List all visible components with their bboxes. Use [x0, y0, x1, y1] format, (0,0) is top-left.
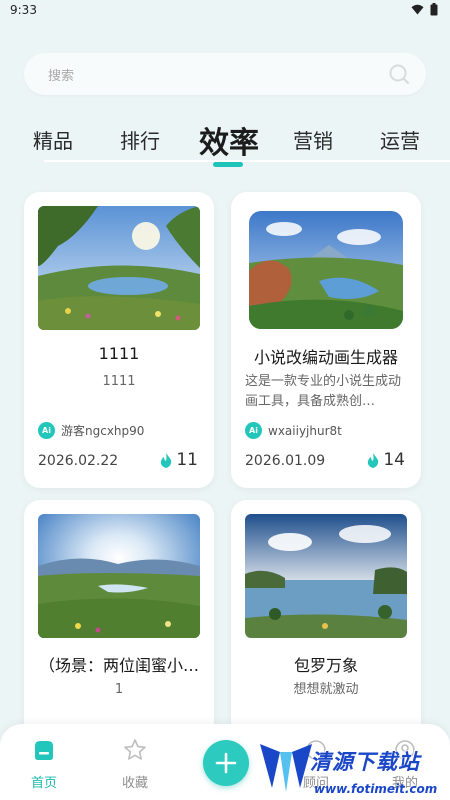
nav-favorites-label: 收藏 — [121, 776, 148, 791]
card-image — [38, 514, 200, 638]
wifi-icon — [411, 4, 424, 15]
search-placeholder: 搜索 — [48, 69, 75, 84]
card-title: （场景：两位闺蜜小… — [38, 656, 199, 675]
ai-badge-icon: Ai — [38, 422, 55, 439]
status-time: 9:33 — [10, 3, 37, 17]
tab-yingxiao[interactable]: 营销 — [293, 125, 333, 154]
card-date: 2026.01.09 — [245, 453, 326, 469]
card-description: 1 — [114, 682, 124, 697]
watermark-logo: 清源下载站 www.fotimeit.com — [258, 742, 438, 800]
tab-jingpin[interactable]: 精品 — [33, 125, 73, 154]
flame-icon — [161, 452, 172, 468]
plus-icon — [215, 752, 237, 774]
hot-count: 14 — [367, 450, 405, 470]
home-icon — [35, 741, 53, 760]
app-card[interactable]: 1111 1111 Ai 游客ngcxhp90 2026.02.22 11 — [24, 192, 214, 488]
card-date: 2026.02.22 — [38, 453, 119, 469]
create-button[interactable] — [203, 740, 249, 786]
watermark-emblem-icon — [260, 744, 312, 792]
flame-icon — [368, 452, 379, 468]
active-tab-indicator — [213, 162, 243, 167]
card-description: 想想就激动 — [293, 682, 359, 697]
ai-badge-icon: Ai — [245, 422, 262, 439]
card-author: Ai 游客ngcxhp90 — [38, 422, 144, 439]
tab-divider — [44, 160, 450, 162]
card-image — [249, 211, 403, 329]
app-card[interactable]: 包罗万象 想想就激动 — [231, 500, 421, 760]
tab-xiaolv[interactable]: 效率 — [199, 118, 259, 162]
search-input[interactable]: 搜索 — [24, 53, 426, 95]
tab-yunying[interactable]: 运营 — [380, 125, 420, 154]
status-bar: 9:33 — [0, 0, 450, 22]
card-title: 1111 — [98, 344, 140, 363]
card-description: 这是一款专业的小说生成动画工具，具备成熟创… — [245, 374, 402, 409]
search-icon[interactable] — [388, 63, 410, 85]
card-image — [245, 514, 407, 638]
watermark-url: www.fotimeit.com — [314, 782, 438, 796]
card-description: 1111 — [102, 374, 136, 389]
star-icon — [124, 739, 146, 760]
nav-home[interactable]: 首页 — [14, 738, 74, 791]
author-name: wxaiiyjhur8t — [268, 423, 342, 438]
hot-value: 11 — [176, 450, 198, 470]
hot-value: 14 — [383, 450, 405, 470]
app-card[interactable]: 小说改编动画生成器 这是一款专业的小说生成动画工具，具备成熟创… Ai wxai… — [231, 192, 421, 488]
hot-count: 11 — [160, 450, 198, 470]
author-name: 游客ngcxhp90 — [61, 424, 145, 438]
status-icons — [411, 3, 438, 16]
battery-icon — [430, 3, 438, 16]
card-title: 小说改编动画生成器 — [253, 348, 398, 367]
card-image — [38, 206, 200, 330]
app-card[interactable]: （场景：两位闺蜜小… 1 — [24, 500, 214, 760]
nav-favorites[interactable]: 收藏 — [105, 738, 165, 791]
nav-home-label: 首页 — [30, 776, 57, 791]
card-title: 包罗万象 — [293, 656, 358, 675]
tab-paihang[interactable]: 排行 — [120, 125, 160, 154]
watermark-text: 清源下载站 — [310, 750, 420, 774]
card-author: Ai wxaiiyjhur8t — [245, 422, 342, 439]
